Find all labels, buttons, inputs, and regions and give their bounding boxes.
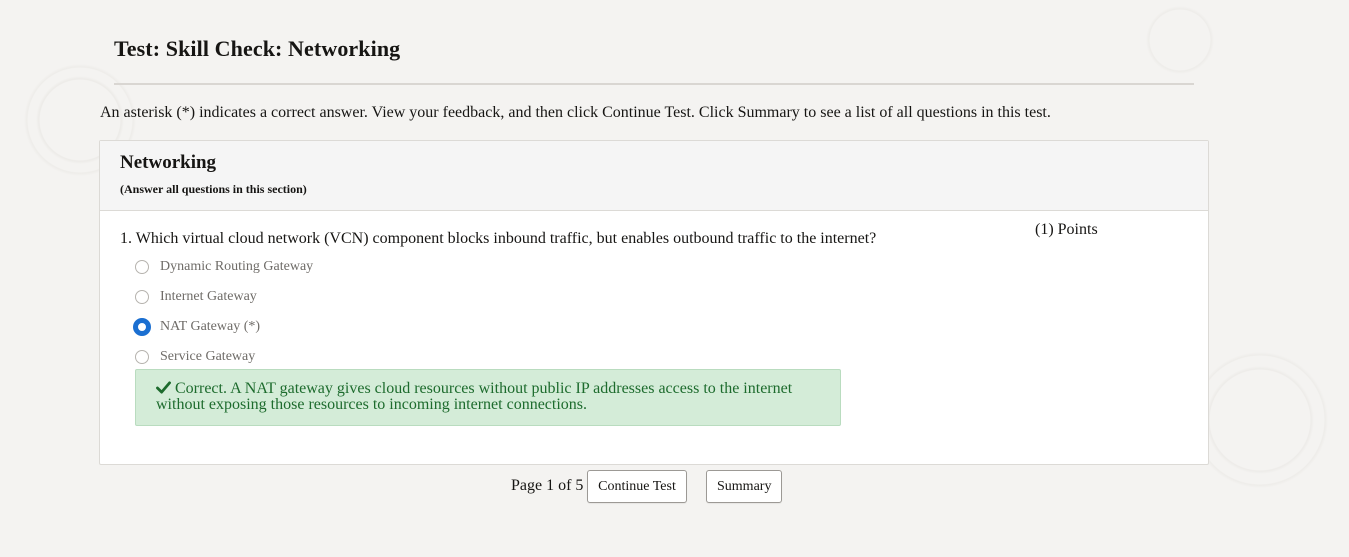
answer-option-label: Dynamic Routing Gateway	[160, 259, 314, 274]
summary-button[interactable]: Summary	[706, 470, 782, 503]
title-divider	[114, 83, 1194, 85]
section-header: Networking (Answer all questions in this…	[100, 141, 1208, 211]
feedback-box: Correct. A NAT gateway gives cloud resou…	[135, 369, 841, 426]
answer-option-label: Service Gateway	[160, 349, 256, 364]
radio-button[interactable]	[135, 260, 149, 274]
answer-option-nat-gateway[interactable]: NAT Gateway (*)	[133, 317, 261, 337]
radio-button-selected[interactable]	[133, 318, 151, 336]
radio-button[interactable]	[135, 350, 149, 364]
section-subtitle: (Answer all questions in this section)	[120, 182, 307, 196]
question-text: 1. Which virtual cloud network (VCN) com…	[120, 230, 877, 247]
radio-button[interactable]	[135, 290, 149, 304]
check-icon	[156, 381, 171, 394]
answer-option-internet-gateway[interactable]: Internet Gateway	[135, 287, 257, 307]
page-indicator: Page 1 of 5	[511, 477, 584, 494]
continue-test-button[interactable]: Continue Test	[587, 470, 687, 503]
feedback-text-line1: Correct. A NAT gateway gives cloud resou…	[175, 380, 793, 397]
answer-option-service-gateway[interactable]: Service Gateway	[135, 347, 255, 367]
instructions-text: An asterisk (*) indicates a correct answ…	[100, 104, 1051, 121]
answer-option-label: Internet Gateway	[160, 289, 257, 304]
answer-option-label: NAT Gateway (*)	[160, 319, 261, 334]
question-points: (1) Points	[1035, 221, 1098, 238]
question-section: Networking (Answer all questions in this…	[99, 140, 1209, 465]
page-title: Test: Skill Check: Networking	[114, 36, 401, 61]
section-title: Networking	[120, 152, 217, 173]
answer-option-dynamic-routing-gateway[interactable]: Dynamic Routing Gateway	[135, 257, 313, 277]
feedback-text-line2: without exposing those resources to inco…	[156, 396, 588, 413]
